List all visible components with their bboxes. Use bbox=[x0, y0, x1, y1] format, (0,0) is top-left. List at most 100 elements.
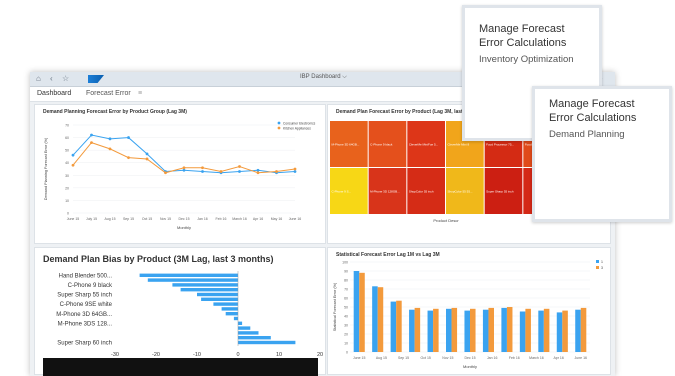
home-icon[interactable]: ⌂ bbox=[36, 74, 41, 84]
sap-logo bbox=[88, 75, 104, 83]
back-icon[interactable]: ‹ bbox=[50, 74, 53, 84]
data-point bbox=[164, 171, 167, 175]
bias-bar bbox=[213, 302, 238, 306]
data-point bbox=[256, 168, 260, 172]
tab-menu-icon[interactable]: ≡ bbox=[138, 90, 142, 97]
y-tick-label: 30 bbox=[344, 324, 348, 328]
bar bbox=[464, 310, 470, 352]
chart-title: Demand Plan Forecast Error by Product (L… bbox=[336, 109, 463, 115]
cell-label: CleverMe MiniFoe 5... bbox=[409, 143, 439, 147]
x-tick-label: Feb 16 bbox=[509, 356, 520, 360]
x-tick-label: June 15 bbox=[353, 356, 366, 360]
cell-label: ShopColor 55 inch bbox=[409, 190, 434, 194]
chart-title: Demand Plan Bias by Product (3M Lag, las… bbox=[43, 254, 274, 264]
data-point bbox=[201, 170, 204, 173]
sap-menu-icon[interactable]: ☆ bbox=[62, 74, 69, 84]
bar bbox=[538, 310, 544, 352]
data-point bbox=[127, 136, 130, 139]
data-point bbox=[108, 147, 112, 151]
y-tick-label: 100 bbox=[342, 261, 348, 265]
bar bbox=[482, 309, 489, 352]
bias-bar bbox=[238, 326, 251, 330]
y-tick-label: 0 bbox=[346, 351, 348, 355]
bias-bar bbox=[172, 283, 238, 287]
x-axis-label: Monthly bbox=[463, 364, 477, 369]
x-tick-label: Oct 15 bbox=[421, 356, 431, 360]
bias-bar bbox=[238, 336, 271, 340]
data-point bbox=[293, 170, 297, 173]
y-axis-label: Statistical Forecast Error (%) bbox=[333, 282, 337, 331]
data-point bbox=[71, 153, 75, 157]
x-axis-label: Monthly bbox=[177, 225, 191, 230]
data-point bbox=[201, 166, 204, 170]
bar bbox=[543, 308, 550, 352]
bias-chart-card: Demand Plan Bias by Product (3M Lag, las… bbox=[34, 247, 326, 375]
x-tick-label: Oct 15 bbox=[142, 217, 152, 221]
y-tick-label: 0 bbox=[67, 212, 69, 216]
data-point bbox=[256, 171, 260, 175]
y-axis-label: Demand Planning Forecast Error (%) bbox=[44, 137, 48, 200]
data-point bbox=[90, 141, 93, 144]
x-tick-label: Jan 16 bbox=[197, 217, 208, 221]
grouped-bar-chart: 0 10 20 30 40 50 60 70 80 90 100 1 3 June 15 Aug 15 Sep… bbox=[333, 260, 603, 369]
data-point bbox=[71, 163, 75, 167]
bar bbox=[396, 300, 402, 352]
x-tick-label: July 15 bbox=[86, 217, 97, 221]
bar bbox=[525, 308, 531, 352]
y-tick-label: M-Phone 3DS 128... bbox=[58, 321, 113, 327]
cell-label: M-Phone 3D 64GB... bbox=[332, 143, 360, 147]
bias-bar bbox=[197, 292, 238, 297]
y-tick-label: 50 bbox=[65, 149, 69, 153]
tile-title-line1: Manage Forecast bbox=[479, 23, 565, 35]
bar bbox=[446, 308, 452, 352]
data-point bbox=[293, 167, 297, 171]
data-point bbox=[182, 166, 186, 170]
y-tick-label: 80 bbox=[344, 279, 348, 283]
x-tick-label: Dec 15 bbox=[178, 217, 189, 221]
data-point bbox=[145, 157, 149, 161]
y-tick-label: 10 bbox=[65, 199, 69, 203]
tab-forecast-error[interactable]: Forecast Error bbox=[86, 90, 131, 97]
bar bbox=[580, 307, 587, 352]
line-chart-card: Demand Planning Forecast Error by Produc… bbox=[34, 104, 326, 244]
chart-title: Statistical Forecast Error Lag 1M vs Lag… bbox=[336, 252, 440, 258]
data-point bbox=[90, 133, 93, 137]
bar bbox=[390, 301, 397, 352]
grouped-bar-card: Statistical Forecast Error Lag 1M vs Lag… bbox=[327, 247, 611, 375]
y-tick-label: 70 bbox=[344, 288, 348, 292]
x-tick-label: Jan 16 bbox=[487, 356, 498, 360]
bar bbox=[353, 271, 360, 352]
x-tick-label: Apr 16 bbox=[253, 217, 263, 221]
bar bbox=[488, 307, 494, 352]
x-tick-label: Aug 15 bbox=[376, 356, 387, 360]
x-tick-label: March 16 bbox=[529, 356, 544, 360]
bar bbox=[372, 286, 378, 352]
bias-bar bbox=[233, 316, 238, 321]
x-tick-label: Nov 15 bbox=[442, 356, 453, 360]
bias-bar bbox=[221, 307, 238, 311]
manage-forecast-tile-demand[interactable]: Manage Forecast Error Calculations Deman… bbox=[532, 86, 672, 222]
bar bbox=[414, 307, 421, 352]
x-tick-label: May 16 bbox=[271, 217, 283, 221]
y-tick-label: 60 bbox=[344, 297, 348, 301]
y-tick-label: Hand Blender 500... bbox=[59, 273, 113, 279]
cell-label: Super Sharp 55 inch bbox=[486, 190, 514, 194]
x-tick-label: Dec 15 bbox=[464, 356, 475, 360]
bar bbox=[470, 308, 476, 352]
x-tick-label: Nov 15 bbox=[160, 217, 171, 221]
y-tick-label: 40 bbox=[344, 315, 348, 319]
data-point bbox=[145, 152, 149, 156]
bar bbox=[506, 307, 513, 352]
bar bbox=[556, 312, 563, 352]
bar bbox=[519, 311, 526, 352]
chart-title: Demand Planning Forecast Error by Produc… bbox=[43, 109, 187, 115]
shell-title[interactable]: IBP Dashboard ⌵ bbox=[300, 74, 347, 81]
y-tick-label: C-Phone 9 black bbox=[68, 283, 113, 289]
legend-marker bbox=[277, 126, 281, 130]
legend-marker bbox=[277, 121, 281, 125]
bar bbox=[575, 309, 581, 352]
tile-title-line2: Error Calculations bbox=[549, 112, 637, 124]
bias-bar bbox=[180, 288, 238, 292]
tab-dashboard[interactable]: Dashboard bbox=[37, 90, 71, 97]
y-tick-label: 40 bbox=[65, 161, 69, 165]
